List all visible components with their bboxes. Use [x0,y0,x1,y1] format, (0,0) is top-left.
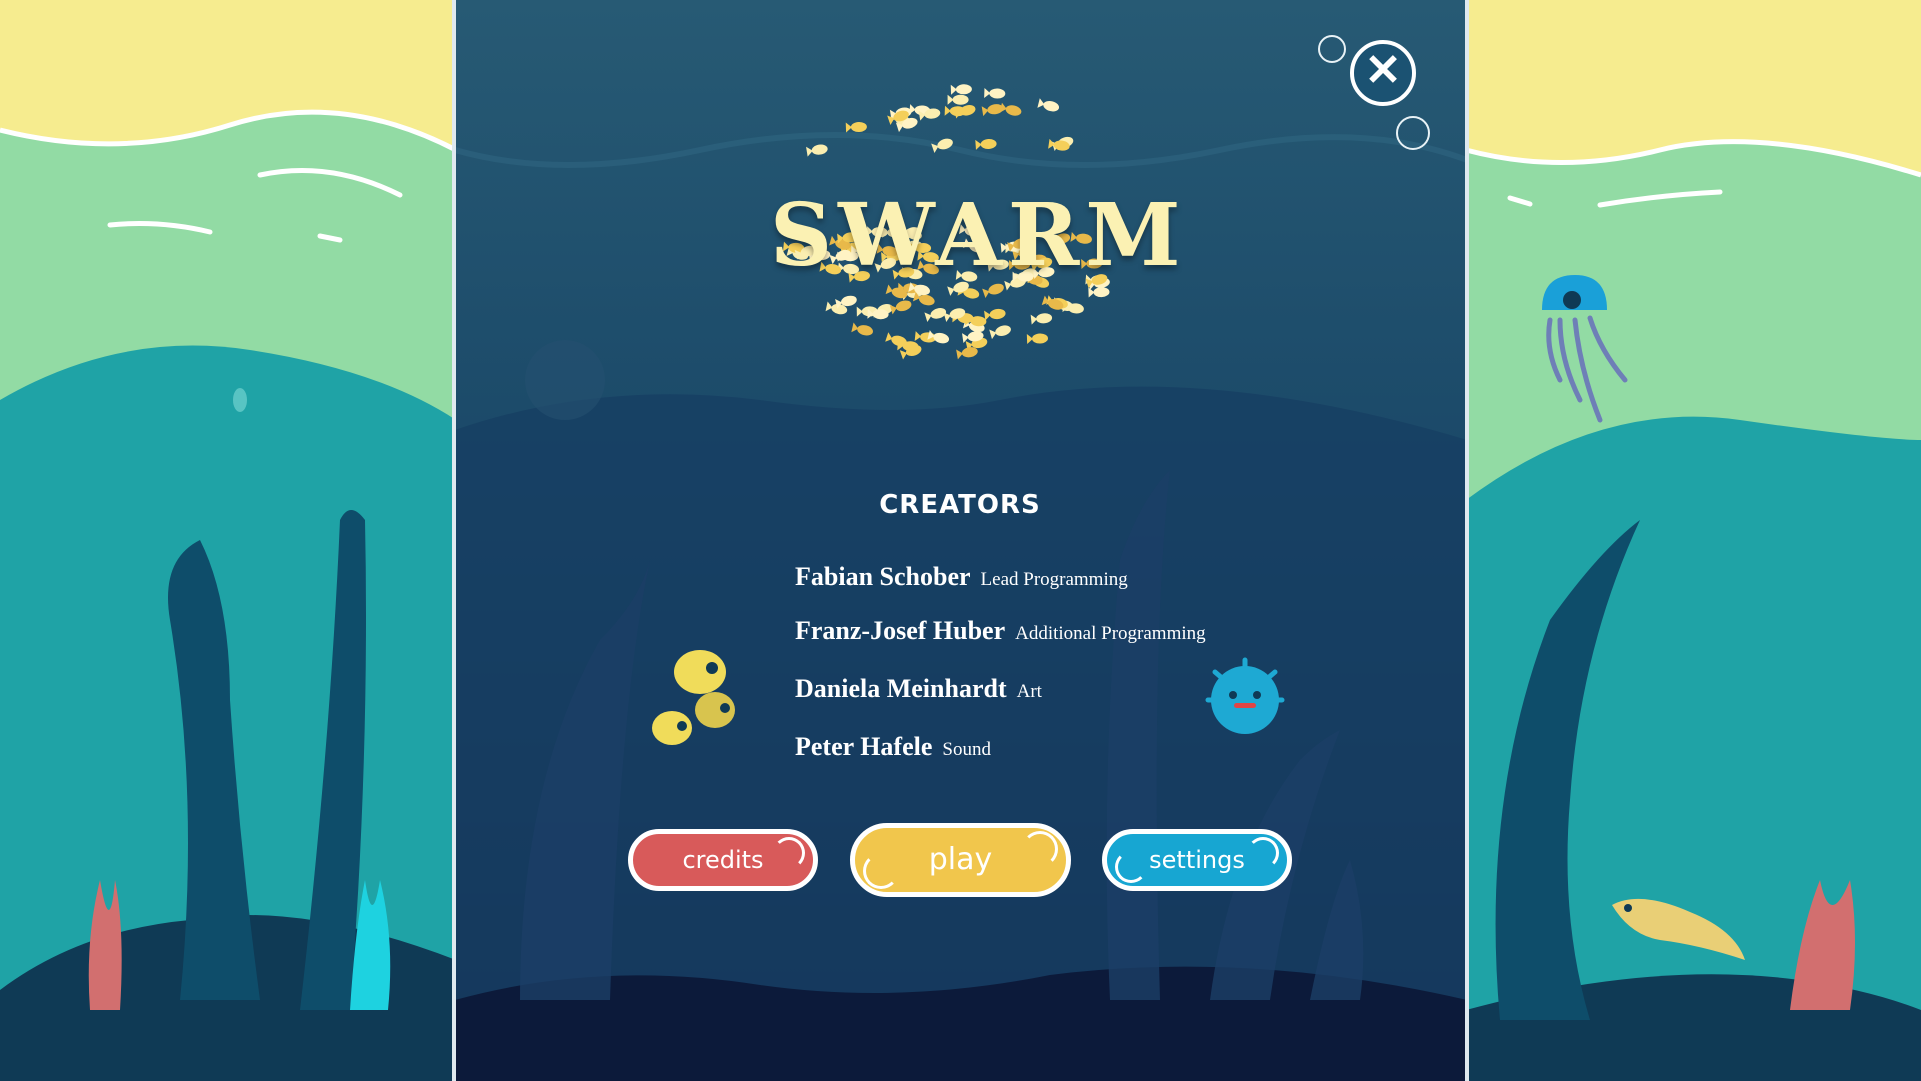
school-fish [835,295,857,309]
credit-row: Daniela Meinhardt Art [795,674,1042,704]
panel-left-border [452,0,456,1081]
play-button[interactable]: play [850,823,1071,897]
school-fish [1088,287,1110,298]
game-title: SWARM [770,185,1187,286]
play-button-label: play [928,842,993,877]
close-button[interactable]: ✕ [1350,40,1416,106]
school-fish [1026,333,1048,344]
button-gloss [1247,837,1279,869]
school-fish [927,330,950,344]
creator-name: Fabian Schober [795,562,971,591]
settings-button[interactable]: settings [1102,829,1292,891]
credit-row: Fabian Schober Lead Programming [795,562,1128,592]
credits-button-label: credits [682,846,764,874]
school-fish [851,322,873,336]
button-gloss [773,837,805,869]
school-fish [889,300,912,315]
school-fish [924,308,947,322]
school-fish [975,138,997,150]
bubble-decoration [1396,116,1430,150]
school-fish [806,144,828,157]
button-gloss [1115,851,1147,883]
school-fish [1030,313,1053,325]
school-fish [931,138,953,153]
credits-button[interactable]: credits [628,829,818,891]
right-scene [1465,0,1921,1081]
button-gloss [863,853,899,889]
game-logo: SWARM [770,55,1187,405]
school-fish [914,331,937,343]
creator-name: Daniela Meinhardt [795,674,1007,703]
school-fish [1037,98,1060,112]
credit-row: Peter Hafele Sound [795,732,991,762]
panel-right-border [1465,0,1469,1081]
close-icon: ✕ [1364,46,1402,95]
creator-role: Sound [942,739,991,760]
school-fish [984,88,1006,99]
creator-role: Additional Programming [1015,623,1206,644]
school-fish [845,121,867,133]
creator-role: Art [1016,681,1042,702]
creator-role: Lead Programming [980,569,1128,590]
school-fish [950,84,972,95]
school-fish [984,308,1006,321]
school-fish [1041,295,1064,310]
school-fish [989,325,1011,340]
school-fish [947,94,969,105]
settings-button-label: settings [1149,846,1245,874]
bubble-decoration [1318,35,1346,63]
school-fish [956,347,978,360]
school-fish [999,102,1022,116]
creators-heading: CREATORS [879,490,1041,520]
creator-name: Franz-Josef Huber [795,616,1006,645]
button-gloss [1022,831,1058,867]
creator-name: Peter Hafele [795,732,933,761]
left-scene [0,0,458,1081]
credit-row: Franz-Josef Huber Additional Programming [795,616,1206,646]
